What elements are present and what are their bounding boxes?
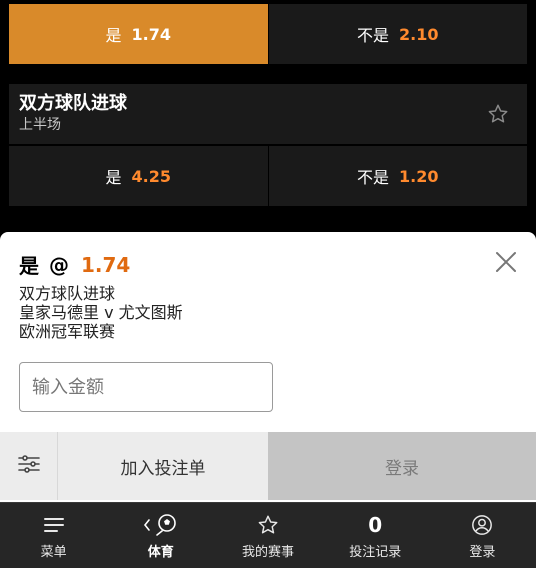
bet-details: 双方球队进球 皇家马德里 v 尤文图斯 欧洲冠军联赛: [19, 284, 183, 341]
bet-slip-panel: 是 @ 1.74 双方球队进球 皇家马德里 v 尤文图斯 欧洲冠军联赛 加入投注…: [0, 232, 536, 502]
bottom-nav: 菜单 体育 我的赛事 0 投注记录 登录: [0, 502, 536, 568]
close-icon[interactable]: [494, 250, 518, 274]
amount-input[interactable]: [19, 362, 273, 412]
nav-item-sports[interactable]: 体育: [107, 503, 214, 568]
favorite-star-icon[interactable]: [487, 103, 509, 125]
bet-match: 皇家马德里 v 尤文图斯: [19, 303, 183, 322]
nav-label: 体育: [147, 544, 174, 560]
at-symbol: @: [49, 252, 69, 277]
bet-odds: 1.74: [81, 252, 131, 277]
top-market-row: 是 1.74 不是 2.10: [9, 4, 527, 64]
bet-selection-header: 是 @ 1.74: [19, 250, 130, 279]
bet-count: 0: [368, 512, 383, 537]
settings-sliders-button[interactable]: [0, 432, 58, 500]
add-to-betslip-button[interactable]: 加入投注单: [58, 432, 268, 500]
nav-item-menu[interactable]: 菜单: [0, 503, 107, 568]
login-button[interactable]: 登录: [268, 432, 536, 500]
market-title: 双方球队进球: [19, 93, 127, 114]
bet-selection: 是: [19, 254, 39, 278]
menu-icon: [43, 512, 65, 538]
market-header-btts: 双方球队进球 上半场: [9, 84, 527, 144]
nav-item-login[interactable]: 登录: [429, 503, 536, 568]
bet-competition: 欧洲冠军联赛: [19, 322, 116, 341]
odd-button-yes-selected[interactable]: 是 1.74: [9, 4, 268, 64]
odd-value: 2.10: [399, 24, 439, 44]
sliders-icon: [17, 455, 40, 477]
soccer-ball-icon: [143, 512, 179, 538]
odd-label: 不是: [357, 168, 390, 187]
nav-label: 我的赛事: [242, 544, 295, 560]
star-icon: [257, 512, 279, 538]
market-subtitle: 上半场: [19, 117, 61, 133]
odd-value: 1.74: [131, 24, 171, 44]
nav-label: 菜单: [40, 544, 67, 560]
odd-label: 是: [105, 26, 122, 45]
odd-value: 4.25: [131, 166, 171, 186]
nav-label: 投注记录: [349, 544, 402, 560]
odd-button-no[interactable]: 不是 1.20: [267, 146, 527, 206]
bet-market: 双方球队进球: [19, 284, 116, 303]
odd-button-yes[interactable]: 是 4.25: [9, 146, 268, 206]
odd-value: 1.20: [399, 166, 439, 186]
odd-button-no[interactable]: 不是 2.10: [267, 4, 527, 64]
nav-item-bet-history[interactable]: 0 投注记录: [322, 503, 429, 568]
nav-item-my-events[interactable]: 我的赛事: [214, 503, 321, 568]
odd-label: 不是: [357, 26, 390, 45]
user-icon: [471, 512, 493, 538]
btts-market-row: 是 4.25 不是 1.20: [9, 146, 527, 206]
bet-slip-actions: 加入投注单 登录: [0, 432, 536, 500]
odd-label: 是: [105, 168, 122, 187]
nav-label: 登录: [469, 544, 496, 560]
